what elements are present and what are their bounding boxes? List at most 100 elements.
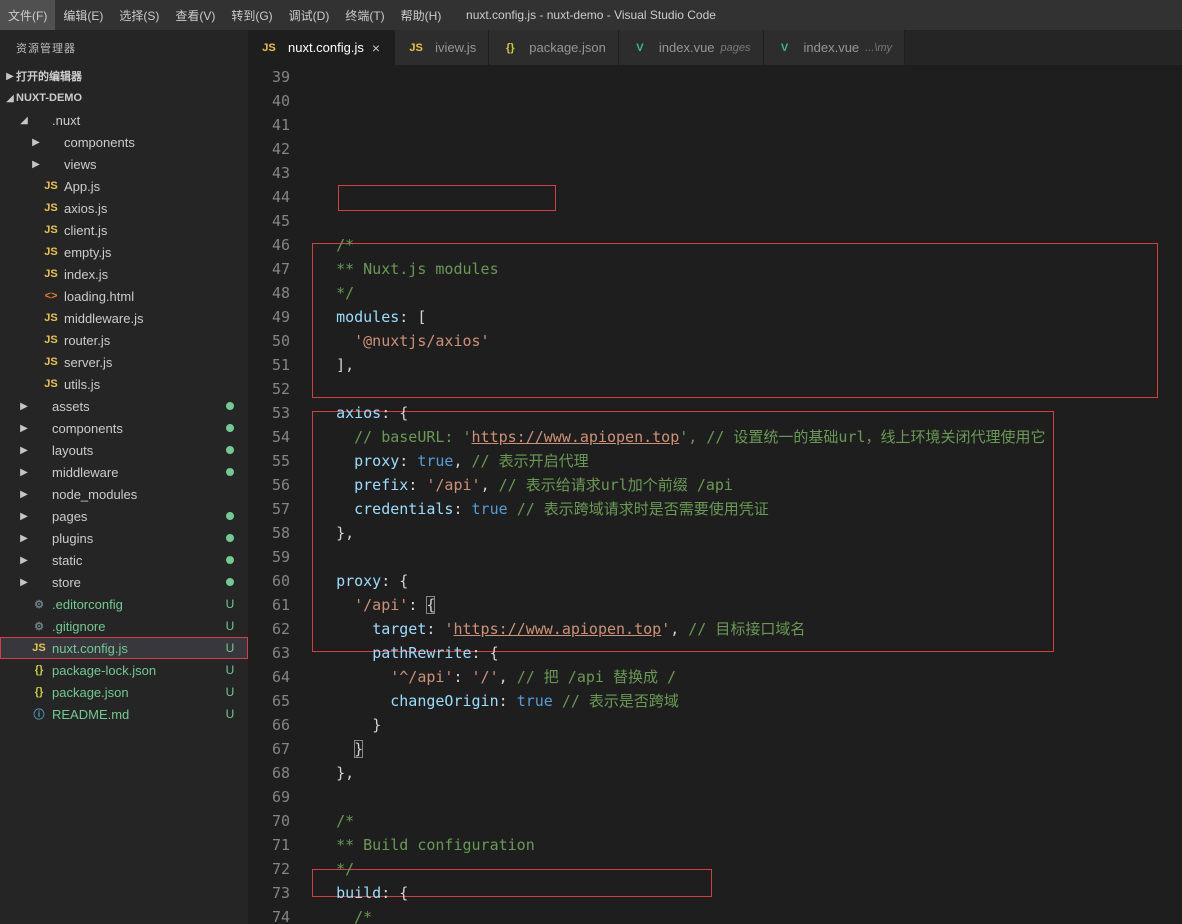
tree-item-server-js[interactable]: JSserver.js xyxy=(0,351,248,373)
tree-item-package-lock-json[interactable]: {}package-lock.jsonU xyxy=(0,659,248,681)
tree-item-node_modules[interactable]: ▶node_modules xyxy=(0,483,248,505)
folder-icon xyxy=(30,552,48,568)
tree-item-axios-js[interactable]: JSaxios.js xyxy=(0,197,248,219)
code-line-43[interactable]: modules: [ xyxy=(310,305,1182,329)
code-line-44[interactable]: '@nuxtjs/axios' xyxy=(310,329,1182,353)
chevron-right-icon: ▶ xyxy=(18,467,30,478)
folder-icon xyxy=(30,530,48,546)
code-line-50[interactable]: prefix: '/api', // 表示给请求url加个前缀 /api xyxy=(310,473,1182,497)
editor-tab-iview-js[interactable]: JSiview.js xyxy=(395,30,489,65)
tree-item-store[interactable]: ▶store xyxy=(0,571,248,593)
code-line-42[interactable]: */ xyxy=(310,281,1182,305)
editor-tab-index-vue[interactable]: Vindex.vuepages xyxy=(619,30,764,65)
info-icon: ⓘ xyxy=(30,706,48,722)
code-line-40[interactable]: /* xyxy=(310,233,1182,257)
code-line-41[interactable]: ** Nuxt.js modules xyxy=(310,257,1182,281)
close-icon[interactable]: × xyxy=(370,40,382,56)
code-line-65[interactable]: ** Build configuration xyxy=(310,833,1182,857)
menu-edit[interactable]: 编辑(E) xyxy=(55,0,111,30)
code-line-46[interactable] xyxy=(310,377,1182,401)
code-line-47[interactable]: axios: { xyxy=(310,401,1182,425)
tree-item-nuxt-config-js[interactable]: JSnuxt.config.jsU xyxy=(0,637,248,659)
code-line-56[interactable]: target: 'https://www.apiopen.top', // 目标… xyxy=(310,617,1182,641)
tree-item-label: .nuxt xyxy=(52,113,238,128)
tree-item-label: loading.html xyxy=(64,289,238,304)
tree-item-label: .editorconfig xyxy=(52,597,222,612)
code-line-66[interactable]: */ xyxy=(310,857,1182,881)
code-line-61[interactable]: } xyxy=(310,737,1182,761)
section-open-editors[interactable]: ▶ 打开的编辑器 xyxy=(0,65,248,87)
tree-item--gitignore[interactable]: ⚙.gitignoreU xyxy=(0,615,248,637)
tree-item-loading-html[interactable]: <>loading.html xyxy=(0,285,248,307)
code-editor[interactable]: 3940414243444546474849505152535455565758… xyxy=(248,65,1182,924)
tree-item-label: components xyxy=(64,135,238,150)
tree-item-utils-js[interactable]: JSutils.js xyxy=(0,373,248,395)
git-status-badge: U xyxy=(222,663,238,677)
code-line-60[interactable]: } xyxy=(310,713,1182,737)
editor-tab-index-vue[interactable]: Vindex.vue...\my xyxy=(764,30,906,65)
editor-tab-nuxt-config-js[interactable]: JSnuxt.config.js× xyxy=(248,30,395,65)
tree-item-layouts[interactable]: ▶layouts xyxy=(0,439,248,461)
tree-item-client-js[interactable]: JSclient.js xyxy=(0,219,248,241)
tree-item-label: index.js xyxy=(64,267,238,282)
code-line-62[interactable]: }, xyxy=(310,761,1182,785)
chevron-right-icon: ▶ xyxy=(18,555,30,566)
menu-view[interactable]: 查看(V) xyxy=(167,0,223,30)
tree-item-label: middleware.js xyxy=(64,311,238,326)
folder-icon xyxy=(30,442,48,458)
section-project[interactable]: ◢ NUXT-DEMO xyxy=(0,87,248,109)
tree-item-pages[interactable]: ▶pages xyxy=(0,505,248,527)
menu-goto[interactable]: 转到(G) xyxy=(223,0,280,30)
tree-item-router-js[interactable]: JSrouter.js xyxy=(0,329,248,351)
tree-item-empty-js[interactable]: JSempty.js xyxy=(0,241,248,263)
code-line-63[interactable] xyxy=(310,785,1182,809)
tree-item--editorconfig[interactable]: ⚙.editorconfigU xyxy=(0,593,248,615)
tree-item--nuxt[interactable]: ◢ .nuxt xyxy=(0,109,248,131)
code-line-67[interactable]: build: { xyxy=(310,881,1182,905)
tree-item-middleware-js[interactable]: JSmiddleware.js xyxy=(0,307,248,329)
code-line-58[interactable]: '^/api': '/', // 把 /api 替换成 / xyxy=(310,665,1182,689)
menu-help[interactable]: 帮助(H) xyxy=(393,0,450,30)
code-line-54[interactable]: proxy: { xyxy=(310,569,1182,593)
tree-item-label: router.js xyxy=(64,333,238,348)
tree-item-README-md[interactable]: ⓘREADME.mdU xyxy=(0,703,248,725)
tree-item-index-js[interactable]: JSindex.js xyxy=(0,263,248,285)
tree-item-views[interactable]: ▶views xyxy=(0,153,248,175)
code-line-68[interactable]: /* xyxy=(310,905,1182,924)
menu-debug[interactable]: 调试(D) xyxy=(281,0,338,30)
chevron-down-icon: ◢ xyxy=(18,115,30,126)
tree-item-package-json[interactable]: {}package.jsonU xyxy=(0,681,248,703)
menu-terminal[interactable]: 终端(T) xyxy=(337,0,392,30)
code-line-53[interactable] xyxy=(310,545,1182,569)
tree-item-App-js[interactable]: JSApp.js xyxy=(0,175,248,197)
code-line-39[interactable] xyxy=(310,209,1182,233)
tree-item-assets[interactable]: ▶assets xyxy=(0,395,248,417)
tree-item-plugins[interactable]: ▶plugins xyxy=(0,527,248,549)
code-line-64[interactable]: /* xyxy=(310,809,1182,833)
git-status-badge: U xyxy=(222,641,238,655)
menu-select[interactable]: 选择(S) xyxy=(111,0,167,30)
code-line-51[interactable]: credentials: true // 表示跨域请求时是否需要使用凭证 xyxy=(310,497,1182,521)
code-line-57[interactable]: pathRewrite: { xyxy=(310,641,1182,665)
tree-item-middleware[interactable]: ▶ middleware xyxy=(0,461,248,483)
tree-item-static[interactable]: ▶static xyxy=(0,549,248,571)
modified-dot-icon xyxy=(226,578,234,586)
code-line-55[interactable]: '/api': { xyxy=(310,593,1182,617)
modified-dot-icon xyxy=(226,446,234,454)
editor-tab-package-json[interactable]: {}package.json xyxy=(489,30,619,65)
code-line-59[interactable]: changeOrigin: true // 表示是否跨域 xyxy=(310,689,1182,713)
tree-item-components[interactable]: ▶components xyxy=(0,417,248,439)
modified-dot-icon xyxy=(226,468,234,476)
tree-item-label: empty.js xyxy=(64,245,238,260)
menu-file[interactable]: 文件(F) xyxy=(0,0,55,30)
code-line-48[interactable]: // baseURL: 'https://www.apiopen.top', /… xyxy=(310,425,1182,449)
js-icon: JS xyxy=(42,222,60,238)
code-content[interactable]: /* ** Nuxt.js modules */ modules: [ '@nu… xyxy=(310,65,1182,924)
code-line-49[interactable]: proxy: true, // 表示开启代理 xyxy=(310,449,1182,473)
code-line-45[interactable]: ], xyxy=(310,353,1182,377)
tree-item-label: middleware xyxy=(52,465,226,480)
js-icon: JS xyxy=(260,40,278,56)
tree-item-label: layouts xyxy=(52,443,226,458)
tree-item-components[interactable]: ▶components xyxy=(0,131,248,153)
code-line-52[interactable]: }, xyxy=(310,521,1182,545)
